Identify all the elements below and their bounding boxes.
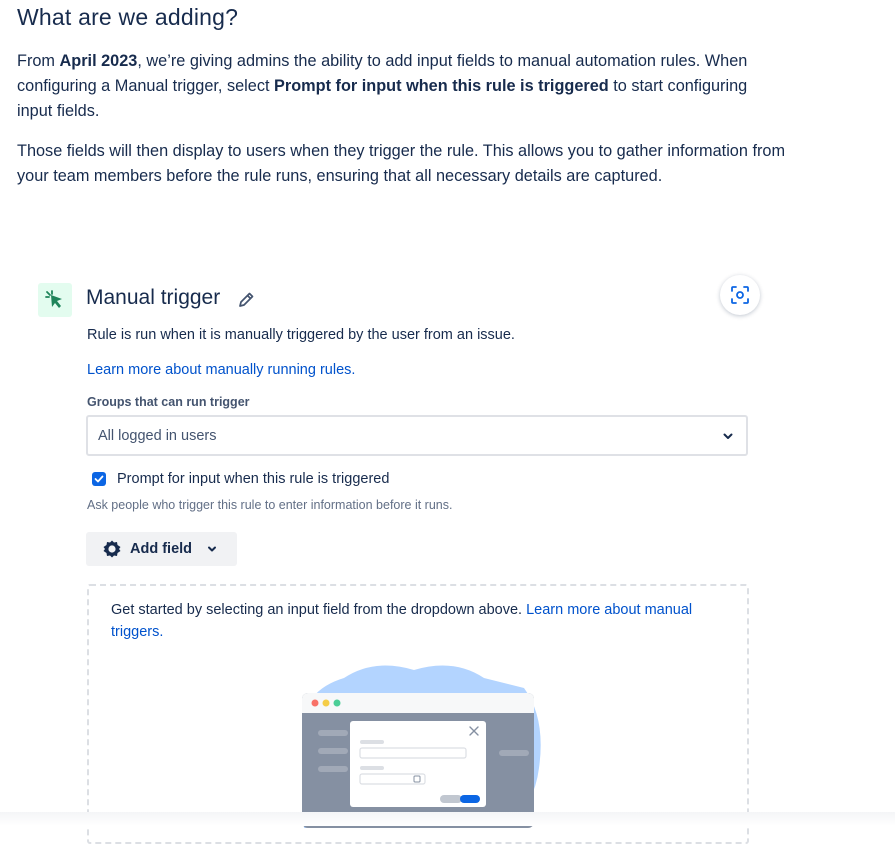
prompt-hint: Ask people who trigger this rule to ente…: [87, 498, 453, 512]
empty-state-text: Get started by selecting an input field …: [111, 599, 731, 643]
chevron-down-icon: [208, 546, 216, 552]
chevron-down-icon: [723, 433, 733, 439]
check-icon: [94, 475, 104, 483]
groups-select-value: All logged in users: [98, 428, 217, 444]
cursor-click-icon: [38, 283, 72, 317]
intro-paragraph-1: From April 2023, we’re giving admins the…: [17, 49, 787, 124]
add-field-label: Add field: [130, 541, 193, 557]
gear-icon: [103, 540, 121, 558]
page-heading: What are we adding?: [17, 4, 239, 30]
empty-state-illustration: [302, 665, 541, 828]
empty-state-message: Get started by selecting an input field …: [111, 602, 527, 618]
trigger-title: Manual trigger: [86, 286, 221, 309]
input-fields-dropzone: Get started by selecting an input field …: [87, 584, 749, 844]
prompt-checkbox-label[interactable]: Prompt for input when this rule is trigg…: [117, 471, 389, 487]
trigger-description: Rule is run when it is manually triggere…: [87, 327, 515, 343]
intro-option-name: Prompt for input when this rule is trigg…: [274, 77, 609, 95]
scan-icon: [731, 286, 749, 304]
intro-date: April 2023: [59, 52, 138, 70]
learn-more-link[interactable]: Learn more about manually running rules.: [87, 362, 355, 378]
groups-select[interactable]: All logged in users: [86, 415, 748, 456]
groups-label: Groups that can run trigger: [87, 395, 250, 409]
pencil-icon[interactable]: [236, 290, 256, 310]
add-field-button[interactable]: Add field: [86, 532, 237, 566]
scroll-shadow: [0, 812, 895, 826]
intro-paragraph-2: Those fields will then display to users …: [17, 142, 786, 185]
prompt-checkbox[interactable]: [92, 472, 106, 486]
intro-text-a: From: [17, 52, 60, 70]
screenshot-button[interactable]: [720, 275, 760, 315]
